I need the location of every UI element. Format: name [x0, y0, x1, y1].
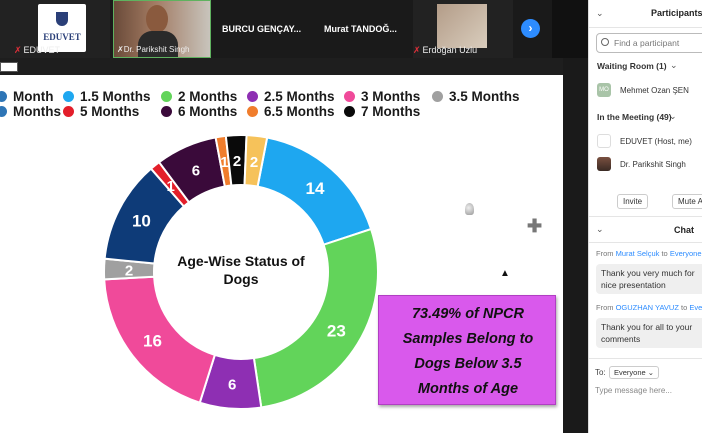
slice-value-label: 16 — [143, 332, 162, 351]
chart-title: Age-Wise Status of — [177, 253, 305, 269]
message-input[interactable]: Type message here... — [595, 386, 672, 395]
chevron-down-icon: ⌄ — [647, 368, 655, 377]
blurred-video — [437, 4, 487, 48]
participant-search-input[interactable]: Find a participant — [596, 33, 702, 53]
chat-bubble: Thank you very much for nice presentatio… — [596, 264, 702, 294]
waiting-participant-name: Mehmet Ozan ŞEN — [620, 86, 689, 95]
slice-value-label: 6 — [192, 162, 200, 179]
participants-panel: ⌄ Participants (50) Find a participant W… — [588, 0, 702, 433]
chevron-down-icon[interactable]: ⌄ — [669, 111, 677, 122]
gutter — [563, 58, 588, 433]
recipient-select[interactable]: Everyone ⌄ — [609, 366, 660, 379]
chat-bubble: Thank you for all to your comments — [596, 318, 702, 348]
participant-name[interactable]: EDUVET (Host, me) — [620, 137, 692, 146]
view-options-badge[interactable] — [0, 62, 18, 72]
avatar — [597, 157, 611, 171]
chat-line: Thank you for all to your — [601, 322, 693, 332]
avatar — [597, 134, 611, 148]
sender-name[interactable]: Murat Selçuk — [616, 249, 660, 258]
chat-message-header: From OGUZHAN YAVUZ to Eve — [596, 303, 702, 312]
slice-value-label: 14 — [306, 179, 325, 198]
invite-button[interactable]: Invite — [617, 194, 649, 209]
divider — [589, 358, 702, 359]
callout-line: Months of Age — [417, 381, 519, 397]
video-strip: EDUVET ✗ EDUVET ✗Dr. Parikshit Singh BURC… — [0, 0, 588, 58]
chat-line: nice presentation — [601, 280, 666, 290]
to-word: to — [681, 303, 688, 312]
shared-slide: Month 1.5 Months 2 Months 2.5 Months 3 Month… — [0, 75, 563, 433]
search-placeholder: Find a participant — [614, 38, 680, 48]
video-tile-erdogan[interactable]: ✗ Erdoğan Uzlu — [413, 0, 513, 58]
recipient-name[interactable]: Everyone — [670, 249, 702, 258]
muted-mic-icon: ✗ — [117, 45, 124, 54]
video-tile-eduvet[interactable]: EDUVET ✗ EDUVET — [0, 0, 110, 58]
muted-mic-icon: ✗ — [413, 45, 421, 55]
from-label: From — [596, 249, 614, 258]
callout-box: 73.49% of NPCR Samples Belong to Dogs Belo… — [378, 295, 556, 405]
to-label: To: — [595, 368, 606, 377]
share-toolbar — [0, 58, 588, 75]
participant-name[interactable]: Murat TANDOĞ... — [324, 24, 397, 34]
chat-message-header: From Murat Selçuk to Everyone — [596, 249, 702, 258]
chat-line: Thank you very much for — [601, 268, 695, 278]
chevron-down-icon[interactable]: ⌄ — [670, 60, 678, 71]
participant-name: Erdoğan Uzlu — [422, 45, 478, 55]
sender-name[interactable]: OGUZHAN YAVUZ — [616, 303, 679, 312]
slice-value-label: 2 — [250, 154, 258, 171]
divider — [589, 216, 702, 217]
callout-line: 73.49% of NPCR — [411, 306, 524, 322]
slice-value-label: 10 — [132, 212, 151, 231]
callout-line: Samples Belong to — [402, 331, 534, 347]
recipient-name[interactable]: Eve — [689, 303, 702, 312]
logo-text: EDUVET — [43, 32, 81, 42]
pushpin-icon — [465, 203, 474, 215]
chart-title: Dogs — [224, 271, 259, 287]
shield-icon — [56, 12, 68, 26]
callout-line: Dogs Below 3.5 — [414, 356, 522, 372]
slice-value-label: 2 — [125, 263, 133, 280]
slice-value-label: 23 — [327, 322, 346, 341]
participant-name[interactable]: Dr. Parikshit Singh — [620, 160, 686, 169]
recipient-value: Everyone — [614, 368, 646, 377]
search-icon — [601, 38, 609, 46]
waiting-room-header[interactable]: Waiting Room (1) — [597, 61, 667, 71]
from-label: From — [596, 303, 614, 312]
participant-name[interactable]: BURCU GENÇAY... — [222, 24, 301, 34]
slice-value-label: 2 — [233, 153, 241, 170]
participant-name: EDUVET — [23, 45, 61, 55]
collapse-chevron-icon[interactable]: ⌄ — [596, 224, 604, 235]
to-word: to — [661, 249, 668, 258]
chat-title: Chat — [674, 225, 694, 235]
strip-edge — [552, 0, 588, 58]
speaker-face — [146, 5, 168, 33]
participants-title: Participants (50) — [651, 8, 702, 18]
mute-all-button[interactable]: Mute All — [672, 194, 702, 209]
collapse-chevron-icon[interactable]: ⌄ — [596, 8, 604, 19]
slice-value-label: 6 — [228, 377, 236, 394]
participants-header: ⌄ Participants (50) — [589, 0, 702, 28]
plus-icon: ✚ — [527, 216, 543, 236]
in-meeting-header[interactable]: In the Meeting (49) — [597, 112, 672, 122]
callout-text: 73.49% of NPCR Samples Belong to Dogs Belo… — [379, 302, 557, 402]
avatar: MO — [597, 83, 611, 97]
participant-name: Dr. Parikshit Singh — [123, 45, 190, 54]
divider — [589, 242, 702, 243]
mouse-cursor-icon: ▲ — [500, 268, 510, 279]
muted-mic-icon: ✗ — [14, 45, 22, 55]
next-page-button[interactable]: › — [521, 19, 540, 38]
chat-line: comments — [601, 334, 641, 344]
